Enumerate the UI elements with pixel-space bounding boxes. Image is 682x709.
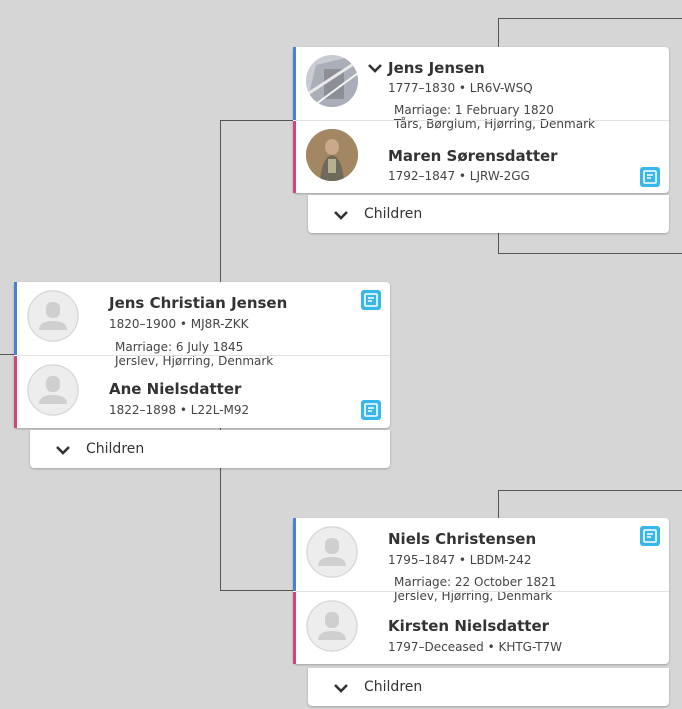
wife-portrait[interactable]	[306, 129, 358, 181]
husband-name[interactable]: Niels Christensen	[388, 530, 536, 548]
maternal-wife[interactable]: Kirsten Nielsdatter 1797–Deceased • KHTG…	[293, 592, 669, 664]
connector-to-maternal	[220, 590, 295, 591]
connector-paternal-up-v	[498, 18, 499, 48]
connector-maternal-up-v	[498, 490, 499, 518]
husband-name[interactable]: Jens Christian Jensen	[109, 294, 287, 312]
connector-paternal-up-h	[498, 18, 682, 19]
wife-name[interactable]: Maren Sørensdatter	[388, 147, 558, 165]
person-silhouette-icon[interactable]	[306, 600, 358, 652]
paternal-husband[interactable]: Jens Jensen 1777–1830 • LR6V-WSQ Marriag…	[293, 47, 669, 131]
marriage-date: Marriage: 22 October 1821	[394, 575, 557, 589]
person-silhouette-icon[interactable]	[27, 290, 79, 342]
wife-dates: 1822–1898 • L22L-M92	[109, 403, 250, 417]
focus-wife[interactable]: Ane Nielsdatter 1822–1898 • L22L-M92	[14, 356, 390, 428]
marriage-date: Marriage: 1 February 1820	[394, 103, 554, 117]
chevron-down-icon[interactable]	[368, 63, 382, 73]
source-note-icon[interactable]	[640, 526, 660, 546]
connector-paternal-down-h	[498, 253, 682, 254]
wife-name[interactable]: Ane Nielsdatter	[109, 380, 241, 398]
source-note-icon[interactable]	[361, 400, 381, 420]
maternal-couple-card: Niels Christensen 1795–1847 • LBDM-242 M…	[293, 518, 669, 664]
husband-dates: 1777–1830 • LR6V-WSQ	[388, 81, 533, 95]
maternal-husband[interactable]: Niels Christensen 1795–1847 • LBDM-242 M…	[293, 518, 669, 603]
connector-maternal-up-h	[498, 490, 682, 491]
maternal-children-toggle[interactable]: Children	[308, 668, 669, 706]
husband-name[interactable]: Jens Jensen	[388, 59, 485, 77]
paternal-couple-card: Jens Jensen 1777–1830 • LR6V-WSQ Marriag…	[293, 47, 669, 193]
source-note-icon[interactable]	[361, 290, 381, 310]
source-note-icon[interactable]	[640, 167, 660, 187]
wife-name[interactable]: Kirsten Nielsdatter	[388, 617, 549, 635]
connector-to-paternal	[220, 120, 295, 121]
wife-dates: 1792–1847 • LJRW-2GG	[388, 169, 530, 183]
person-silhouette-icon[interactable]	[306, 526, 358, 578]
connector-left-stub	[0, 354, 14, 355]
children-label: Children	[86, 441, 145, 457]
chevron-down-icon	[56, 446, 70, 455]
paternal-wife[interactable]: Maren Sørensdatter 1792–1847 • LJRW-2GG	[293, 121, 669, 193]
husband-dates: 1820–1900 • MJ8R-ZKK	[109, 317, 249, 331]
focus-couple-card: Jens Christian Jensen 1820–1900 • MJ8R-Z…	[14, 282, 390, 428]
person-silhouette-icon[interactable]	[27, 364, 79, 416]
husband-portrait[interactable]	[306, 55, 358, 107]
focus-children-toggle[interactable]: Children	[30, 430, 390, 468]
marriage-date: Marriage: 6 July 1845	[115, 340, 244, 354]
chevron-down-icon	[334, 684, 348, 693]
chevron-down-icon	[334, 211, 348, 220]
wife-dates: 1797–Deceased • KHTG-T7W	[388, 640, 563, 654]
husband-dates: 1795–1847 • LBDM-242	[388, 553, 532, 567]
children-label: Children	[364, 679, 423, 695]
focus-husband[interactable]: Jens Christian Jensen 1820–1900 • MJ8R-Z…	[14, 282, 390, 368]
paternal-children-toggle[interactable]: Children	[308, 195, 669, 233]
connector-paternal-down-v	[498, 233, 499, 253]
children-label: Children	[364, 206, 423, 222]
